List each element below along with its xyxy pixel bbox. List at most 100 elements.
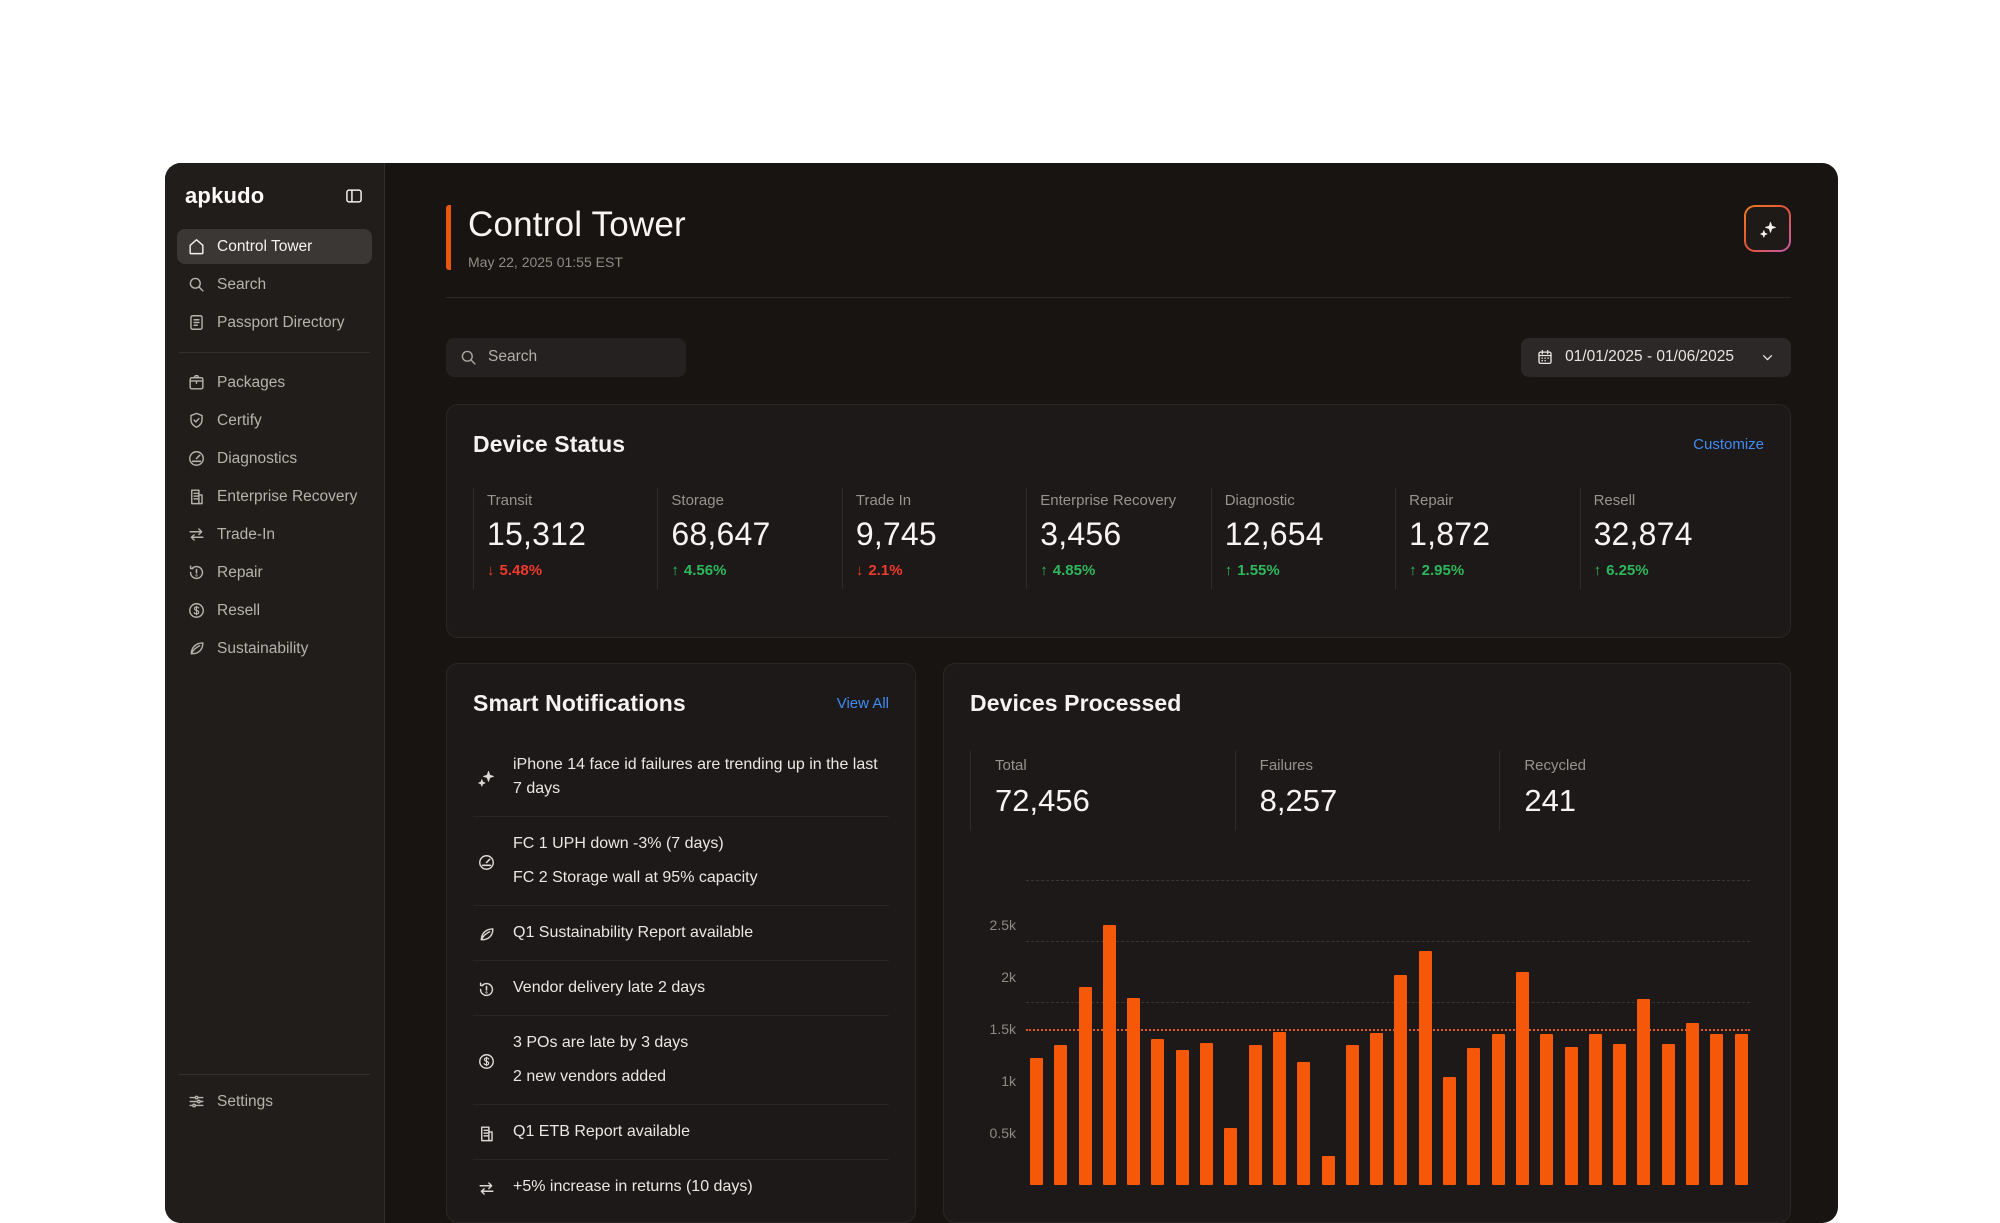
sidebar-item-passport-directory[interactable]: Passport Directory	[177, 305, 372, 340]
metric-transit: Transit15,312↓5.48%	[473, 488, 657, 589]
main-content: Control Tower May 22, 2025 01:55 EST 01/…	[385, 163, 1838, 1223]
notification-line: 2 new vendors added	[513, 1065, 688, 1089]
notification-item[interactable]: iPhone 14 face id failures are trending …	[473, 738, 889, 817]
metric-label: Transit	[487, 492, 651, 509]
customize-link[interactable]: Customize	[1693, 436, 1764, 453]
sidebar-item-diagnostics[interactable]: Diagnostics	[177, 441, 372, 476]
search-box[interactable]	[446, 338, 686, 377]
chart-bar	[1735, 1034, 1748, 1185]
metric-resell: Resell32,874↑6.25%	[1580, 488, 1764, 589]
sidebar-item-label: Repair	[217, 564, 263, 582]
notification-item[interactable]: Q1 ETB Report available	[473, 1105, 889, 1160]
chart-ytick-label: 2k	[970, 969, 1016, 985]
chart-bar	[1516, 972, 1529, 1185]
chart-bar	[1297, 1062, 1310, 1185]
metric-delta: ↓2.1%	[856, 562, 1020, 579]
arrow-up-icon: ↑	[1594, 562, 1602, 579]
notification-item[interactable]: 3 POs are late by 3 days 2 new vendors ad…	[473, 1016, 889, 1105]
date-range-picker[interactable]: 01/01/2025 - 01/06/2025	[1521, 338, 1791, 377]
notification-text: Q1 Sustainability Report available	[513, 921, 753, 945]
notification-line: FC 1 UPH down -3% (7 days)	[513, 832, 758, 856]
chart-ytick-label: 0.5k	[970, 1125, 1016, 1141]
stat-value: 241	[1524, 783, 1764, 819]
arrow-up-icon: ↑	[1409, 562, 1417, 579]
ai-assistant-button[interactable]	[1744, 205, 1791, 252]
notification-item[interactable]: Q1 Sustainability Report available	[473, 906, 889, 961]
sidebar-item-enterprise-recovery[interactable]: Enterprise Recovery	[177, 479, 372, 514]
notification-item[interactable]: Vendor delivery late 2 days	[473, 961, 889, 1016]
sidebar-item-settings[interactable]: Settings	[177, 1084, 372, 1119]
device-status-metrics: Transit15,312↓5.48%Storage68,647↑4.56% Tr…	[473, 488, 1764, 589]
package-icon	[187, 373, 206, 392]
sidebar-item-trade-in[interactable]: Trade-In	[177, 517, 372, 552]
page-header: Control Tower May 22, 2025 01:55 EST	[446, 205, 1791, 270]
date-range-value: 01/01/2025 - 01/06/2025	[1565, 348, 1734, 366]
sidebar-item-packages[interactable]: Packages	[177, 365, 372, 400]
passport-icon	[187, 313, 206, 332]
home-icon	[187, 237, 206, 256]
metric-value: 12,654	[1225, 516, 1389, 553]
sidebar: apkudo Control TowerSearchPassport Direc…	[165, 163, 385, 1223]
view-all-link[interactable]: View All	[837, 695, 889, 712]
device-status-panel: Device Status Customize Transit15,312↓5.…	[446, 404, 1791, 638]
metric-value: 9,745	[856, 516, 1020, 553]
sidebar-item-label: Settings	[217, 1093, 273, 1111]
devices-processed-panel: Devices Processed Total72,456Failures8,2…	[943, 663, 1791, 1223]
chart-bar	[1151, 1039, 1164, 1185]
stat-failures: Failures8,257	[1235, 751, 1500, 831]
stat-recycled: Recycled241	[1499, 751, 1764, 831]
header-divider	[446, 297, 1791, 298]
sidebar-item-control-tower[interactable]: Control Tower	[177, 229, 372, 264]
sidebar-item-label: Certify	[217, 412, 262, 430]
chart-bar	[1249, 1045, 1262, 1185]
metric-label: Diagnostic	[1225, 492, 1389, 509]
chart-bar	[1370, 1033, 1383, 1185]
sidebar-item-search[interactable]: Search	[177, 267, 372, 302]
app-window: apkudo Control TowerSearchPassport Direc…	[165, 163, 1838, 1223]
notification-line: FC 2 Storage wall at 95% capacity	[513, 866, 758, 890]
chart-ytick-label: 2.5k	[970, 917, 1016, 933]
notifications-title: Smart Notifications	[473, 690, 686, 717]
notification-item[interactable]: +5% increase in returns (10 days)	[473, 1160, 889, 1214]
stat-total: Total72,456	[970, 751, 1235, 831]
sidebar-item-label: Control Tower	[217, 238, 312, 256]
metric-delta-value: 5.48%	[500, 562, 543, 579]
metric-storage: Storage68,647↑4.56%	[657, 488, 841, 589]
sidebar-item-label: Packages	[217, 374, 285, 392]
metric-delta: ↑6.25%	[1594, 562, 1758, 579]
notification-item[interactable]: FC 1 UPH down -3% (7 days) FC 2 Storage w…	[473, 817, 889, 906]
repair-history-icon	[475, 976, 497, 1000]
chart-bar	[1394, 975, 1407, 1185]
arrow-up-icon: ↑	[1040, 562, 1048, 579]
notification-line: +5% increase in returns (10 days)	[513, 1175, 753, 1199]
title-block: Control Tower May 22, 2025 01:55 EST	[446, 205, 686, 270]
metric-label: Storage	[671, 492, 835, 509]
notification-line: Q1 Sustainability Report available	[513, 921, 753, 945]
chart-bar	[1710, 1034, 1723, 1185]
sidebar-item-sustainability[interactable]: Sustainability	[177, 631, 372, 666]
metric-delta: ↑4.56%	[671, 562, 835, 579]
sidebar-item-label: Resell	[217, 602, 260, 620]
search-input[interactable]	[488, 348, 673, 366]
arrow-up-icon: ↑	[1225, 562, 1233, 579]
metric-label: Trade In	[856, 492, 1020, 509]
metric-delta-value: 6.25%	[1606, 562, 1649, 579]
metric-value: 32,874	[1594, 516, 1758, 553]
sidebar-item-label: Passport Directory	[217, 314, 344, 332]
search-icon	[459, 348, 478, 367]
sidebar-item-repair[interactable]: Repair	[177, 555, 372, 590]
search-icon	[187, 275, 206, 294]
metric-delta-value: 4.85%	[1053, 562, 1096, 579]
notification-line: 3 POs are late by 3 days	[513, 1031, 688, 1055]
building-icon	[475, 1120, 497, 1144]
sidebar-collapse-icon[interactable]	[344, 186, 364, 206]
arrows-swap-icon	[187, 525, 206, 544]
sidebar-item-certify[interactable]: Certify	[177, 403, 372, 438]
sidebar-item-resell[interactable]: Resell	[177, 593, 372, 628]
metric-delta: ↓5.48%	[487, 562, 651, 579]
smart-notifications-panel: Smart Notifications View All iPhone 14 f…	[446, 663, 916, 1223]
chart-bar	[1176, 1050, 1189, 1185]
controls-row: 01/01/2025 - 01/06/2025	[446, 338, 1791, 377]
notification-text: FC 1 UPH down -3% (7 days) FC 2 Storage w…	[513, 832, 758, 890]
sidebar-nav: Control Tower Search Passport Directory Pac…	[177, 229, 372, 666]
